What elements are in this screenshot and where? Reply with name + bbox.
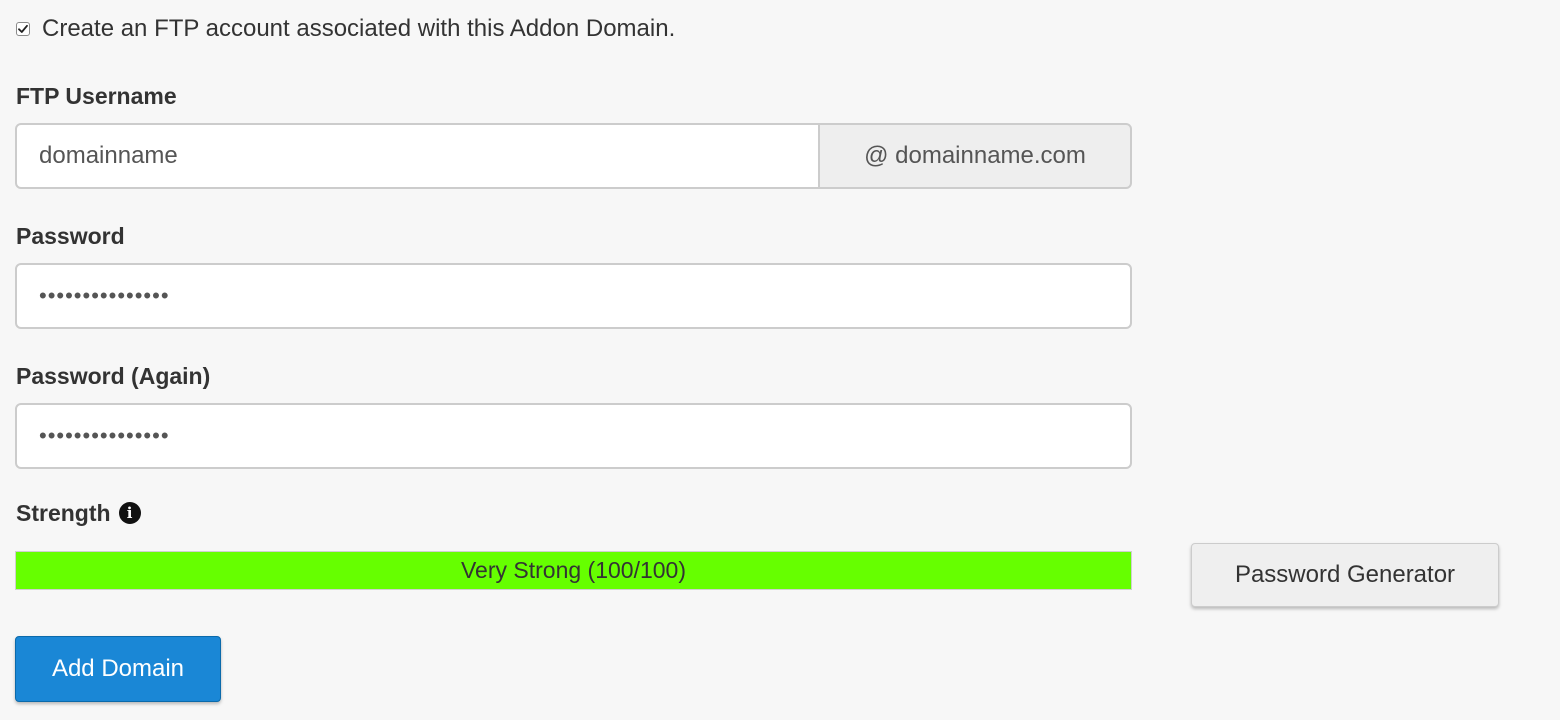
ftp-account-option[interactable]: Create an FTP account associated with th… (16, 12, 675, 46)
info-circle-icon[interactable]: i (118, 502, 141, 524)
ftp-username-input[interactable]: domainname (15, 123, 820, 189)
password-again-label: Password (Again) (16, 363, 211, 389)
ftp-account-checkbox[interactable] (16, 22, 30, 36)
password-again-group: ••••••••••••••• (15, 403, 1132, 469)
add-domain-button[interactable]: Add Domain (15, 636, 221, 702)
password-masked-value: ••••••••••••••• (39, 283, 170, 308)
password-again-masked-value: ••••••••••••••• (39, 423, 170, 448)
checkmark-icon (18, 24, 28, 33)
password-label: Password (16, 223, 125, 249)
password-input[interactable]: ••••••••••••••• (15, 263, 1132, 329)
strength-label: Strength (16, 500, 111, 526)
password-strength-meter: Very Strong (100/100) (15, 551, 1132, 590)
ftp-username-domain-suffix: @ domainname.com (820, 123, 1132, 189)
password-strength-text: Very Strong (100/100) (460, 557, 687, 583)
addon-domain-ftp-form: Create an FTP account associated with th… (0, 0, 1560, 720)
ftp-username-label: FTP Username (16, 83, 177, 109)
password-again-input[interactable]: ••••••••••••••• (15, 403, 1132, 469)
ftp-account-checkbox-label[interactable]: Create an FTP account associated with th… (42, 12, 675, 46)
ftp-username-group: domainname @ domainname.com (15, 123, 1132, 189)
strength-label-row: Strength i (16, 498, 141, 528)
password-group: ••••••••••••••• (15, 263, 1132, 329)
password-generator-button[interactable]: Password Generator (1191, 543, 1499, 607)
